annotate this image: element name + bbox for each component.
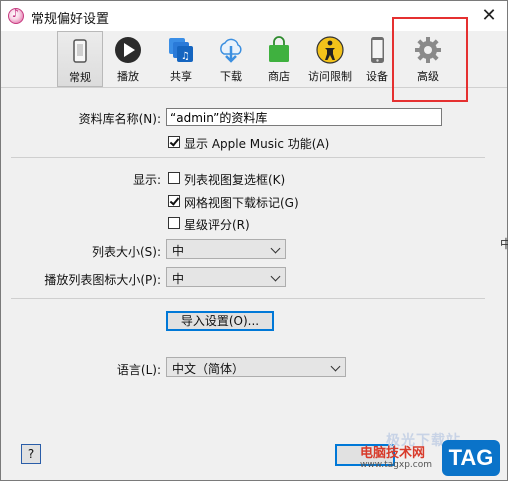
section-divider [11,157,485,158]
grid-badges-checkbox[interactable] [168,195,180,207]
phone-switch-icon [73,39,87,63]
tab-general[interactable]: 常规 [57,31,103,87]
playlist-icon-size-select[interactable]: 中 [166,267,286,287]
background-text-fragment: 中 [500,237,508,251]
library-name-label: 资料库名称(N): [78,112,161,126]
tab-restrictions[interactable]: 访问限制 [303,31,357,87]
shopping-bag-icon [269,36,289,62]
list-size-select[interactable]: 中 [166,239,286,259]
tab-general-label: 常规 [69,71,91,84]
list-size-label: 列表大小(S): [91,245,161,259]
language-label: 语言(L): [116,363,161,377]
chevron-down-icon [270,243,281,254]
playlist-icon-size-label: 播放列表图标大小(P): [44,273,161,287]
tab-playback[interactable]: 播放 [105,31,151,87]
tab-playback-label: 播放 [117,70,139,83]
star-ratings-checkbox[interactable] [168,217,180,229]
tab-sharing-label: 共享 [170,70,192,83]
tab-store-label: 商店 [268,70,290,83]
tab-store[interactable]: 商店 [255,31,303,87]
show-label: 显示: [132,173,161,187]
section-divider [11,298,485,299]
star-ratings-label: 星级评分(R) [184,218,250,232]
show-apple-music-label: 显示 Apple Music 功能(A) [184,137,330,151]
tab-downloads[interactable]: 下载 [207,31,255,87]
advanced-highlight-box [392,17,468,102]
device-icon [371,37,384,63]
itunes-app-icon [8,7,24,24]
list-size-value: 中 [172,244,185,258]
import-settings-button[interactable]: 导入设置(O)... [166,311,274,331]
grid-badges-label: 网格视图下载标记(G) [184,196,299,210]
window-title: 常规偏好设置 [31,12,110,27]
close-button[interactable]: ✕ [471,1,507,31]
language-value: 中文（简体） [172,362,245,376]
show-apple-music-checkbox[interactable] [168,136,180,148]
help-button[interactable]: ? [21,444,41,464]
svg-text:♫: ♫ [181,51,190,62]
library-name-input[interactable] [166,108,442,126]
playlist-icon-size-value: 中 [172,272,185,286]
tab-restrictions-label: 访问限制 [308,70,352,83]
watermark-url: www.tagxp.com [360,460,432,470]
watermark: 极光下载站 电脑技术网 www.tagxp.com TAG [358,430,506,480]
language-select[interactable]: 中文（简体） [166,357,346,377]
tab-devices-label: 设备 [366,70,388,83]
preferences-window: 常规偏好设置 ✕ 常规 播放 ♫ [0,0,508,481]
tab-downloads-label: 下载 [220,70,242,83]
tab-devices[interactable]: 设备 [357,31,397,87]
chevron-down-icon [330,361,341,372]
tab-sharing[interactable]: ♫ 共享 [155,31,207,87]
tag-logo: TAG [442,440,500,476]
list-checkboxes-checkbox[interactable] [168,172,180,184]
watermark-title: 电脑技术网 [360,446,426,461]
restrictions-icon [316,36,344,64]
play-icon [115,37,141,63]
share-icon: ♫ [169,38,193,62]
cloud-download-icon [220,38,242,63]
list-checkboxes-label: 列表视图复选框(K) [184,173,286,187]
chevron-down-icon [270,271,281,282]
